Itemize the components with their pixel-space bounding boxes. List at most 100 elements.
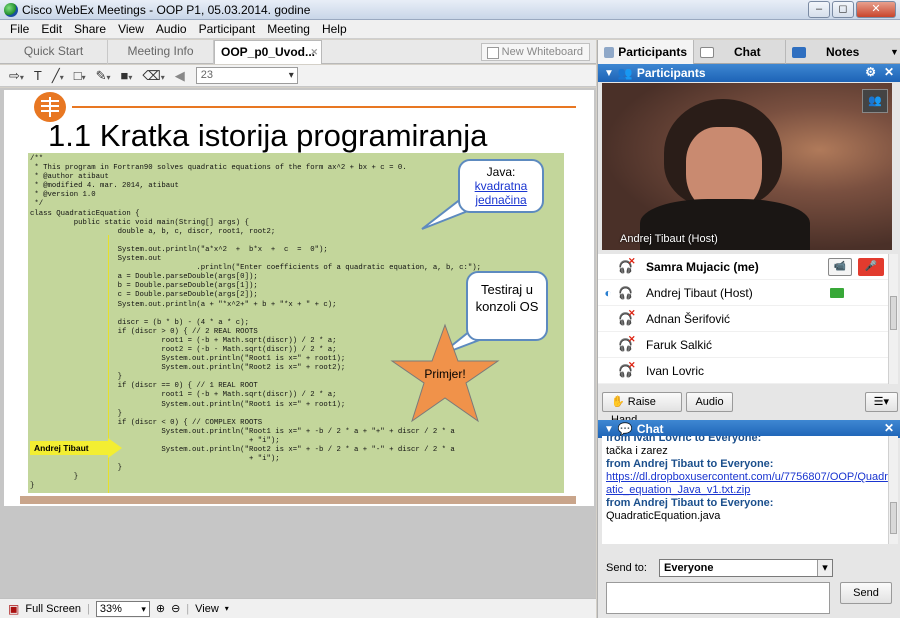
tab-document[interactable]: OOP_p0_Uvod... ✕: [214, 40, 322, 64]
pen-tool-icon[interactable]: ✎▾: [93, 67, 114, 85]
zoom-out-icon[interactable]: ⊖: [171, 602, 180, 615]
chevron-down-icon[interactable]: ▼: [604, 424, 614, 435]
menu-help[interactable]: Help: [316, 22, 353, 36]
tab-chat[interactable]: Chat: [694, 40, 786, 64]
participant-row[interactable]: ◐ 🎧 Andrej Tibaut (Host): [598, 280, 888, 306]
tab-document-label: OOP_p0_Uvod...: [220, 45, 316, 59]
slide-title: 1.1 Kratka istorija programiranja: [48, 118, 488, 153]
chat-message: QuadraticEquation.java: [606, 510, 721, 522]
page-number-select[interactable]: 23: [195, 67, 298, 84]
headset-active-icon[interactable]: 🎧: [618, 286, 646, 300]
full-screen-button[interactable]: Full Screen: [25, 603, 81, 615]
participant-row[interactable]: 🎧 ✕ Faruk Salkić: [598, 332, 888, 358]
color-picker-icon[interactable]: ■▾: [118, 67, 136, 85]
close-icon[interactable]: ✕: [884, 65, 894, 79]
participant-name: Faruk Salkić: [646, 337, 713, 352]
tab-participants[interactable]: Participants: [598, 40, 694, 64]
new-whiteboard-button[interactable]: New Whiteboard: [480, 43, 590, 61]
slide-footer-rule: [20, 496, 576, 504]
participant-row[interactable]: 🎧 ✕ Ivan Lovric: [598, 358, 888, 384]
headset-muted-icon[interactable]: 🎧 ✕: [618, 308, 646, 326]
participant-list: 🎧 ✕ Samra Mujacic (me) 📹 🎤 ◐ 🎧 Andrej Tib…: [598, 254, 888, 384]
scrollbar-thumb[interactable]: [890, 296, 897, 330]
headset-muted-icon[interactable]: 🎧 ✕: [618, 334, 646, 352]
pointer-arrow-icon[interactable]: ⇨▾: [6, 67, 27, 85]
view-menu-button[interactable]: View: [195, 603, 219, 615]
chat-input[interactable]: [606, 582, 830, 614]
notes-icon: [792, 46, 806, 58]
content-viewer: 1.1 Kratka istorija programiranja /** * …: [0, 88, 596, 598]
menu-audio[interactable]: Audio: [150, 22, 193, 36]
tab-chat-label: Chat: [734, 44, 761, 59]
rectangle-tool-icon[interactable]: □▾: [71, 67, 89, 85]
participant-row[interactable]: 🎧 ✕ Adnan Šerifović: [598, 306, 888, 332]
participant-list-scrollbar[interactable]: [888, 254, 898, 384]
zoom-in-icon[interactable]: ⊕: [156, 602, 165, 615]
pointer-arrow-icon: [108, 438, 122, 458]
headset-muted-icon[interactable]: 🎧 ✕: [618, 360, 646, 378]
tab-meeting-info[interactable]: Meeting Info: [108, 40, 214, 64]
video-toggle-button[interactable]: 📹: [828, 258, 852, 276]
separator: |: [86, 602, 90, 615]
panel-tabs: Participants Chat Notes ▼: [598, 40, 900, 64]
tab-close-icon[interactable]: ✕: [310, 41, 318, 64]
close-window-button[interactable]: ✕: [856, 1, 896, 18]
slide-header-rule: [72, 106, 576, 108]
menu-file[interactable]: File: [4, 22, 35, 36]
mute-button[interactable]: 🎤: [858, 258, 884, 276]
chevron-down-icon[interactable]: ▼: [604, 68, 614, 79]
video-label: Andrej Tibaut (Host): [620, 233, 718, 245]
send-to-select[interactable]: Everyone: [658, 559, 833, 577]
participants-icon: 👥: [617, 66, 633, 80]
hand-icon: ✋: [611, 396, 625, 408]
slide: 1.1 Kratka istorija programiranja /** * …: [4, 90, 594, 506]
viewer-statusbar: ▣ Full Screen | 33% ⊕ ⊖ | View ▾: [0, 598, 596, 618]
chat-sender: from Ivan Lovric to Everyone:: [606, 436, 762, 444]
chat-scrollbar[interactable]: [888, 436, 898, 544]
audio-button[interactable]: Audio: [686, 392, 733, 412]
chat-link[interactable]: https://dl.dropboxusercontent.com/u/7756…: [606, 471, 888, 496]
list-options-icon[interactable]: ☰▾: [864, 392, 898, 412]
chat-sender: from Andrej Tibaut to Everyone:: [606, 497, 774, 509]
maximize-button[interactable]: ◻: [832, 1, 854, 18]
text-tool-icon[interactable]: T: [31, 67, 45, 85]
presenter-pointer: Andrej Tibaut: [30, 438, 122, 458]
participant-name: Andrej Tibaut (Host): [646, 285, 753, 300]
zoom-select[interactable]: 33%: [95, 600, 150, 617]
raise-hand-button[interactable]: ✋ Raise Hand: [602, 392, 683, 426]
participants-icon: [604, 46, 615, 58]
tab-notes[interactable]: Notes: [786, 40, 884, 64]
menu-share[interactable]: Share: [68, 22, 112, 36]
full-screen-icon[interactable]: ▣: [8, 602, 19, 616]
page-prev-icon[interactable]: ◀: [172, 67, 188, 85]
participant-actions: ✋ Raise Hand Audio ☰▾: [598, 388, 898, 426]
line-tool-icon[interactable]: ╱▾: [49, 67, 67, 85]
participants-header-label: Participants: [636, 66, 706, 80]
callout-java-label: Java:: [486, 165, 516, 179]
chat-sender: from Andrej Tibaut to Everyone:: [606, 458, 774, 470]
scrollbar-thumb[interactable]: [890, 502, 897, 534]
presenter-pointer-label: Andrej Tibaut: [30, 441, 108, 455]
menu-participant[interactable]: Participant: [193, 22, 262, 36]
chevron-down-icon[interactable]: ▾: [225, 604, 229, 613]
menu-meeting[interactable]: Meeting: [261, 22, 316, 36]
java-callout: Java: kvadratna jednačina: [458, 159, 544, 213]
send-button[interactable]: Send: [840, 582, 892, 604]
send-to-label: Send to:: [606, 562, 647, 574]
video-feed: 👥 Andrej Tibaut (Host): [602, 83, 892, 250]
menu-view[interactable]: View: [112, 22, 150, 36]
close-icon[interactable]: ✕: [884, 421, 894, 435]
eraser-tool-icon[interactable]: ⌫▾: [139, 67, 167, 85]
window-titlebar: Cisco WebEx Meetings - OOP P1, 05.03.201…: [0, 0, 900, 20]
video-grid-toggle-icon[interactable]: 👥: [862, 89, 888, 113]
jednacina-link[interactable]: jednačina: [460, 193, 542, 207]
tab-quick-start[interactable]: Quick Start: [0, 40, 108, 64]
panel-options-chevron-icon[interactable]: ▼: [884, 40, 899, 63]
menu-edit[interactable]: Edit: [35, 22, 68, 36]
participant-row[interactable]: 🎧 ✕ Samra Mujacic (me) 📹 🎤: [598, 254, 888, 280]
gear-icon[interactable]: ⚙: [865, 65, 876, 79]
send-to-row: Send to: Everyone: [598, 556, 898, 580]
minimize-button[interactable]: ‒: [808, 1, 830, 18]
headset-muted-icon[interactable]: 🎧 ✕: [618, 256, 646, 274]
kvadratna-link[interactable]: kvadratna: [460, 179, 542, 193]
